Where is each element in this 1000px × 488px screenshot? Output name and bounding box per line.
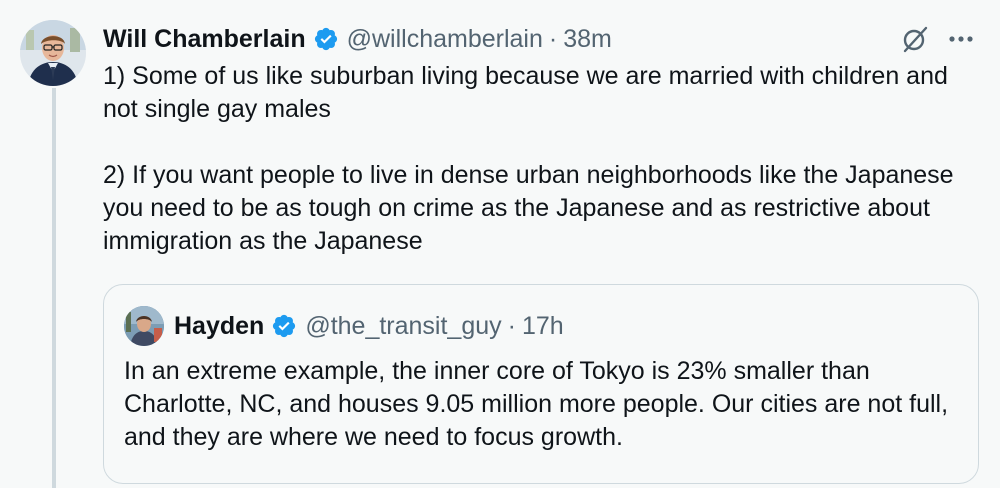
quoted-tweet-body: In an extreme example, the inner core of… (124, 357, 949, 451)
verified-badge-icon (313, 26, 339, 52)
author-avatar[interactable] (20, 20, 86, 86)
quoted-author-name[interactable]: Hayden (174, 312, 264, 341)
separator-dot: · (548, 24, 558, 53)
quoted-author-handle[interactable]: @the_transit_guy (305, 312, 501, 341)
tweet-body: 1) Some of us like suburban living becau… (103, 60, 983, 258)
tweet-timestamp[interactable]: 38m (563, 25, 612, 54)
quoted-verified-badge-icon (271, 313, 297, 339)
quoted-separator-dot: · (507, 311, 516, 340)
quoted-tweet-header: Hayden @the_transit_guy · 17h (174, 309, 564, 343)
more-icon[interactable] (944, 22, 978, 56)
thread-connector-line (52, 88, 56, 488)
quoted-author-avatar[interactable] (124, 306, 164, 346)
author-name[interactable]: Will Chamberlain (103, 25, 306, 54)
quoted-tweet-card[interactable]: Hayden @the_transit_guy · 17h In an extr… (103, 284, 979, 484)
quoted-tweet-timestamp[interactable]: 17h (522, 312, 564, 341)
author-handle[interactable]: @willchamberlain (347, 25, 543, 54)
tweet-paragraph-1: 1) Some of us like suburban living becau… (103, 62, 948, 123)
tweet-header: Will Chamberlain @willchamberlain · 38m (103, 22, 612, 56)
tweet-paragraph-2: 2) If you want people to live in dense u… (103, 161, 954, 255)
tweet-actions (898, 22, 978, 56)
grok-icon[interactable] (898, 22, 932, 56)
